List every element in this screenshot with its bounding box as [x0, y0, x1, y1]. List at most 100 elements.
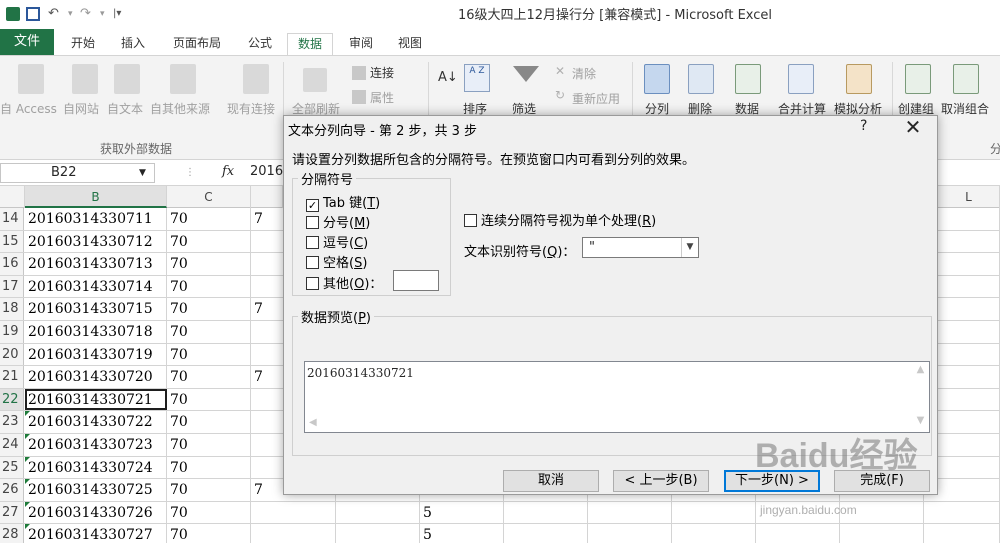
tab-formulas[interactable]: 公式 [240, 33, 280, 55]
column-header[interactable] [251, 186, 283, 208]
tab-page-layout[interactable]: 页面布局 [165, 33, 229, 55]
data-preview-box[interactable]: 20160314330721 ▲ ▼ ◀ [304, 361, 930, 433]
cell-c[interactable]: 70 [167, 501, 251, 524]
row-header[interactable]: 16 [0, 253, 24, 275]
from-other-sources-button[interactable]: 自其他来源 [150, 100, 210, 117]
ungroup-button[interactable]: 取消组合 [941, 100, 989, 117]
column-header-b[interactable]: B [25, 186, 167, 208]
other-delimiter-option[interactable]: 其他(O)： [306, 273, 382, 292]
semicolon-delimiter-option[interactable]: 分号(M) [306, 212, 370, 231]
cell[interactable] [924, 501, 1000, 524]
column-header-c[interactable]: C [167, 186, 251, 208]
cell[interactable] [588, 501, 672, 524]
error-indicator-icon[interactable] [25, 479, 30, 485]
formula-input[interactable]: 2016 [250, 164, 283, 179]
cell-b[interactable]: 20160314330725 [25, 479, 167, 501]
comma-checkbox[interactable] [306, 236, 319, 249]
row-header[interactable]: 25 [0, 456, 24, 479]
column-header-l[interactable]: L [938, 186, 1000, 208]
cell-c[interactable]: 70 [167, 479, 251, 501]
cell-b[interactable]: 20160314330718 [25, 321, 167, 343]
cell-d[interactable] [251, 501, 336, 524]
error-indicator-icon[interactable] [25, 434, 30, 439]
cell-c[interactable]: 70 [167, 456, 251, 479]
cell[interactable] [504, 524, 588, 543]
cell[interactable] [336, 501, 420, 524]
cell-c[interactable]: 70 [167, 253, 251, 275]
back-button[interactable]: < 上一步(B) [613, 470, 709, 492]
cell-d[interactable] [251, 524, 336, 543]
cell[interactable] [756, 524, 840, 543]
row-header[interactable]: 20 [0, 343, 24, 366]
row-header[interactable]: 27 [0, 501, 24, 524]
cell-b[interactable]: 20160314330724 [25, 456, 167, 479]
row-header[interactable]: 15 [0, 230, 24, 253]
row-header[interactable]: 14 [0, 208, 24, 230]
semicolon-checkbox[interactable] [306, 216, 319, 229]
row-header[interactable]: 22 [0, 388, 24, 411]
insert-function-icon[interactable]: fx [222, 164, 234, 179]
from-web-button[interactable]: 自网站 [63, 100, 99, 117]
row-header[interactable]: 17 [0, 275, 24, 298]
sort-az-icon[interactable]: A↓ [438, 70, 458, 85]
cell[interactable] [672, 524, 756, 543]
row-header[interactable]: 28 [0, 524, 24, 543]
from-text-button[interactable]: 自文本 [107, 100, 143, 117]
cell-c[interactable]: 70 [167, 298, 251, 320]
cell-b[interactable]: 20160314330714 [25, 275, 167, 298]
row-header[interactable]: 19 [0, 321, 24, 343]
existing-connections-button[interactable]: 现有连接 [227, 100, 275, 117]
cell-c[interactable]: 70 [167, 275, 251, 298]
cell[interactable] [672, 501, 756, 524]
cell-b[interactable]: 20160314330726 [25, 501, 167, 524]
cell-b[interactable]: 20160314330721 [25, 388, 167, 411]
row-header[interactable]: 26 [0, 479, 24, 501]
error-indicator-icon[interactable] [25, 501, 30, 507]
name-box-dropdown-icon[interactable]: ▼ [139, 164, 146, 182]
name-box[interactable]: B22 ▼ [0, 163, 155, 183]
tab-data[interactable]: 数据 [287, 33, 333, 55]
properties-button[interactable]: 属性 [370, 89, 394, 106]
error-indicator-icon[interactable] [25, 456, 30, 462]
row-header[interactable]: 23 [0, 411, 24, 433]
cell[interactable] [588, 524, 672, 543]
cell-b[interactable]: 20160314330719 [25, 343, 167, 366]
connections-button[interactable]: 连接 [370, 64, 394, 81]
cell-c[interactable]: 70 [167, 366, 251, 388]
from-access-button[interactable]: 自 Access [0, 100, 57, 117]
cell[interactable] [336, 524, 420, 543]
other-delimiter-input[interactable] [393, 270, 439, 291]
clear-button[interactable]: 清除 [572, 65, 596, 82]
cancel-button[interactable]: 取消 [503, 470, 599, 492]
cell[interactable] [840, 524, 924, 543]
cell-c[interactable]: 70 [167, 343, 251, 366]
cell-c[interactable]: 70 [167, 411, 251, 433]
tab-home[interactable]: 开始 [61, 33, 105, 55]
text-qualifier-select[interactable]: " ▼ [582, 237, 699, 258]
row-header[interactable]: 18 [0, 298, 24, 320]
cell-b[interactable]: 20160314330712 [25, 230, 167, 253]
close-icon[interactable]: ✕ [900, 115, 926, 139]
cell-b[interactable]: 20160314330727 [25, 524, 167, 543]
treat-consecutive-option[interactable]: 连续分隔符号视为单个处理(R) [464, 210, 656, 229]
cell-c[interactable]: 70 [167, 321, 251, 343]
formula-bar-options-icon[interactable]: ⋮ [185, 167, 195, 178]
error-indicator-icon[interactable] [25, 524, 30, 530]
reapply-button[interactable]: 重新应用 [572, 90, 620, 107]
comma-delimiter-option[interactable]: 逗号(C) [306, 232, 368, 251]
cell-b[interactable]: 20160314330713 [25, 253, 167, 275]
cell[interactable] [924, 524, 1000, 543]
cell-c[interactable]: 70 [167, 388, 251, 411]
cell-b[interactable]: 20160314330720 [25, 366, 167, 388]
cell-c[interactable]: 70 [167, 230, 251, 253]
cell-b[interactable]: 20160314330722 [25, 411, 167, 433]
tab-view[interactable]: 视图 [390, 33, 430, 55]
tab-checkbox[interactable]: ✓ [306, 199, 319, 212]
tab-file[interactable]: 文件 [0, 29, 54, 55]
chevron-down-icon[interactable]: ▼ [681, 238, 698, 257]
cell-c[interactable]: 70 [167, 208, 251, 230]
cell-c[interactable]: 70 [167, 434, 251, 456]
cell-c[interactable]: 70 [167, 524, 251, 543]
tab-insert[interactable]: 插入 [113, 33, 153, 55]
tab-review[interactable]: 审阅 [341, 33, 381, 55]
